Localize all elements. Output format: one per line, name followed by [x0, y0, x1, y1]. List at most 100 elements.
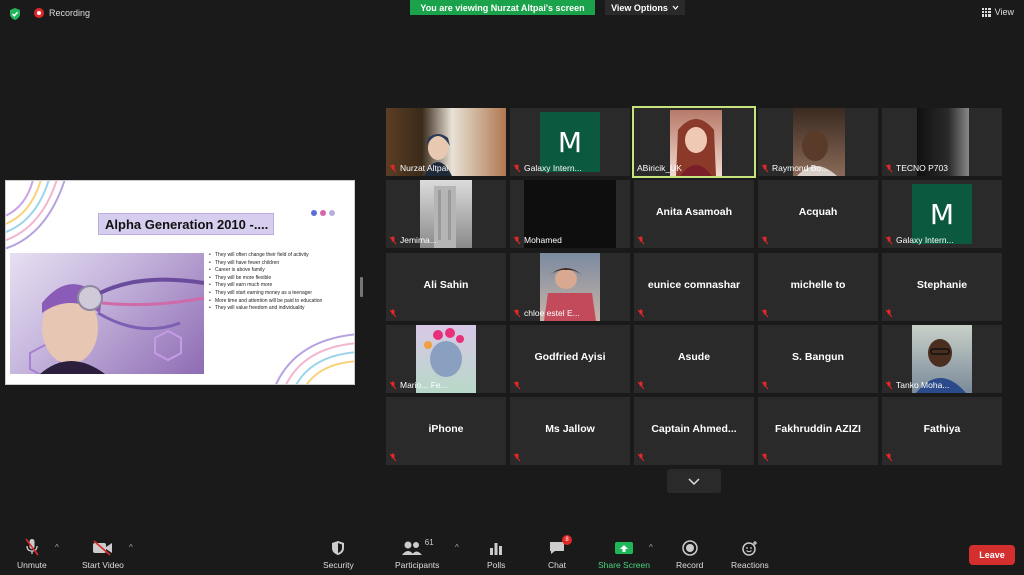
participants-label: Participants — [395, 560, 440, 570]
mic-muted-icon — [389, 453, 397, 462]
participant-name: eunice comnashar — [647, 279, 741, 291]
mic-muted-icon — [513, 164, 521, 172]
zoom-meeting-window: Recording You are viewing Nurzat Altpai'… — [0, 0, 1024, 575]
chevron-down-icon — [688, 477, 700, 485]
participant-tile[interactable]: Acquah — [758, 180, 878, 248]
participant-tile[interactable]: Raymond Bo... — [758, 108, 878, 176]
record-button[interactable]: Record — [676, 538, 703, 570]
mic-muted-icon — [637, 236, 645, 245]
split-divider-handle[interactable] — [360, 277, 363, 297]
participant-tile[interactable]: Mohamed — [510, 180, 630, 248]
participant-tile[interactable]: Ms Jallow — [510, 397, 630, 465]
participant-tile[interactable]: M Galaxy Intern... — [510, 108, 630, 176]
participant-tile[interactable]: eunice comnashar — [634, 253, 754, 321]
participant-label — [885, 453, 893, 462]
participant-label — [885, 309, 893, 318]
slide-dots — [311, 210, 335, 216]
mic-muted-icon — [885, 453, 893, 462]
mic-muted-icon — [389, 236, 397, 244]
participant-name: Ali Sahin — [423, 279, 469, 291]
recording-label: Recording — [49, 8, 91, 18]
participant-name: Stephanie — [916, 279, 968, 291]
participant-name: iPhone — [428, 423, 464, 435]
participant-name: Fathiya — [923, 423, 961, 435]
participant-tile[interactable]: Captain Ahmed... — [634, 397, 754, 465]
mic-muted-icon — [885, 309, 893, 318]
participant-label — [513, 453, 521, 462]
participant-label — [761, 453, 769, 462]
participant-tile[interactable]: Fakhruddin AZIZI — [758, 397, 878, 465]
participant-tile[interactable]: Mario... Fe... — [386, 325, 506, 393]
chat-icon: 8 — [548, 535, 572, 556]
participant-tile[interactable]: Asude — [634, 325, 754, 393]
participant-name: Ms Jallow — [545, 423, 595, 435]
next-page-button[interactable] — [667, 469, 721, 493]
participant-label: Mario... Fe... — [389, 380, 448, 390]
decorative-swirl-icon — [275, 333, 354, 384]
mic-muted-icon — [513, 381, 521, 390]
video-options-caret-icon[interactable]: ^ — [129, 543, 133, 552]
security-label: Security — [323, 560, 354, 570]
participant-name: michelle to — [790, 279, 846, 291]
participant-name: Jemima... — [400, 235, 437, 245]
slide-bullet: They will start earning money as a teena… — [209, 290, 351, 298]
participant-label: Raymond Bo... — [761, 163, 828, 173]
audio-options-caret-icon[interactable]: ^ — [55, 543, 59, 552]
mic-muted-icon — [389, 164, 397, 172]
slide-bullet-list: They will often change their field of ac… — [209, 252, 351, 313]
polls-label: Polls — [487, 560, 506, 570]
participant-tile[interactable]: Anita Asamoah — [634, 180, 754, 248]
participant-name: Galaxy Intern... — [896, 235, 954, 245]
participant-name: Raymond Bo... — [772, 163, 829, 173]
participant-label — [761, 236, 769, 245]
chat-button[interactable]: 8 Chat — [548, 535, 572, 570]
recording-indicator[interactable]: Recording — [34, 8, 90, 18]
participant-name: chloe estel E... — [524, 308, 580, 318]
mic-muted-icon — [637, 309, 645, 318]
participant-tile[interactable]: michelle to — [758, 253, 878, 321]
participant-tile[interactable]: Godfried Ayisi — [510, 325, 630, 393]
share-screen-label: Share Screen — [598, 560, 650, 570]
view-button[interactable]: View — [981, 7, 1014, 17]
mic-muted-icon — [885, 381, 893, 389]
view-options-button[interactable]: View Options — [605, 0, 685, 15]
participant-label: Galaxy Intern... — [513, 163, 582, 173]
share-options-caret-icon[interactable]: ^ — [649, 543, 653, 552]
grid-icon — [981, 7, 991, 17]
participant-name: Captain Ahmed... — [651, 423, 737, 435]
mic-muted-icon — [761, 164, 769, 172]
participant-tile[interactable]: Ali Sahin — [386, 253, 506, 321]
participant-label — [637, 453, 645, 462]
participant-tile[interactable]: S. Bangun — [758, 325, 878, 393]
leave-button[interactable]: Leave — [969, 545, 1015, 565]
participant-label — [637, 381, 645, 390]
reactions-button[interactable]: Reactions — [731, 538, 769, 570]
participant-tile[interactable]: M Galaxy Intern... — [882, 180, 1002, 248]
security-button[interactable]: Security — [323, 538, 354, 570]
slide-bullet: More time and attention will be paid to … — [209, 298, 351, 306]
participant-name: Anita Asamoah — [655, 206, 733, 218]
start-video-button[interactable]: Start Video — [82, 538, 124, 570]
participant-label: Mohamed — [513, 235, 562, 245]
participant-tile[interactable]: Fathiya — [882, 397, 1002, 465]
slide-bullet: They will be more flexible — [209, 275, 351, 283]
participant-tile[interactable]: iPhone — [386, 397, 506, 465]
participant-tile-active-speaker[interactable]: ABiricik_UK — [632, 106, 756, 178]
participants-button[interactable]: 61 Participants — [395, 538, 439, 570]
slide-bullet: Career is above family — [209, 267, 351, 275]
shield-icon[interactable] — [8, 7, 22, 21]
slide-bullet: They will earn much more — [209, 282, 351, 290]
participant-tile[interactable]: Nurzat Altpai — [386, 108, 506, 176]
share-screen-button[interactable]: Share Screen — [598, 538, 650, 570]
polls-button[interactable]: Polls — [487, 538, 505, 570]
participant-tile[interactable]: TECNO P703 — [882, 108, 1002, 176]
participant-tile[interactable]: chloe estel E... — [510, 253, 630, 321]
participant-label: TECNO P703 — [885, 163, 948, 173]
record-label: Record — [676, 560, 704, 570]
view-options-label: View Options — [611, 2, 668, 13]
participant-tile[interactable]: Stephanie — [882, 253, 1002, 321]
unmute-button[interactable]: Unmute — [17, 538, 47, 570]
participant-tile[interactable]: Jemima... — [386, 180, 506, 248]
participants-options-caret-icon[interactable]: ^ — [455, 543, 459, 552]
participant-tile[interactable]: Tanko Moha... — [882, 325, 1002, 393]
